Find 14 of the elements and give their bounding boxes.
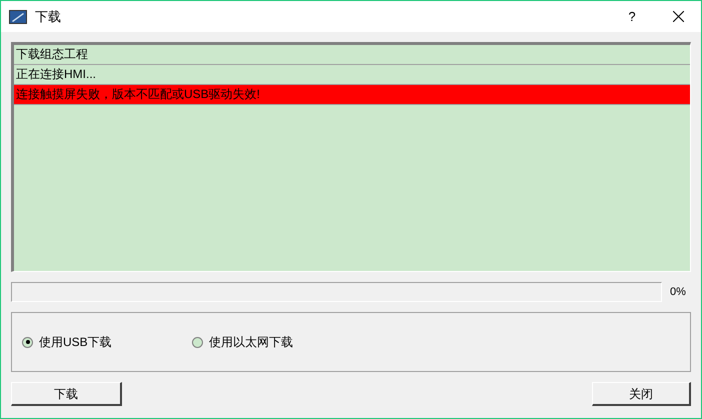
- log-row: 连接触摸屏失败，版本不匹配或USB驱动失效!: [14, 85, 690, 105]
- log-row: 下载组态工程: [14, 45, 690, 65]
- download-button[interactable]: 下载: [11, 382, 122, 406]
- progress-percent: 0%: [670, 284, 686, 300]
- window-title: 下载: [35, 8, 61, 26]
- help-button[interactable]: ?: [609, 2, 655, 32]
- radio-button[interactable]: [22, 336, 33, 348]
- radio-option[interactable]: 使用以太网下载: [192, 333, 293, 351]
- log-row: 正在连接HMI...: [14, 65, 690, 85]
- monitor-icon: [9, 10, 27, 24]
- radio-option[interactable]: 使用USB下载: [22, 333, 192, 351]
- close-dialog-button[interactable]: 关闭: [592, 382, 691, 406]
- radio-button[interactable]: [192, 336, 203, 348]
- close-icon: [672, 11, 684, 22]
